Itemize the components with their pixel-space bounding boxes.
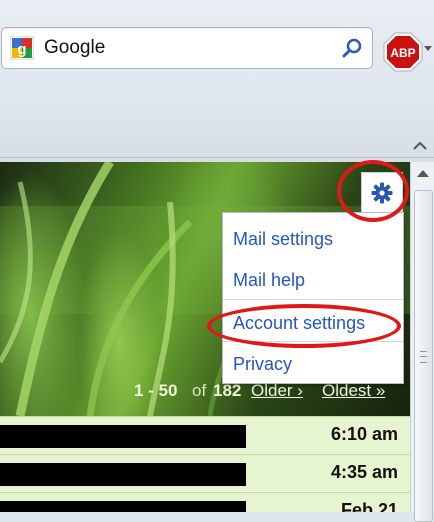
scroll-thumb[interactable]	[414, 190, 433, 522]
search-bar[interactable]: g Google	[1, 27, 373, 69]
message-time: 6:10 am	[330, 424, 398, 444]
redacted-sender	[0, 463, 246, 486]
message-row[interactable]: 6:10 am	[0, 416, 410, 450]
pager-range: 1 - 50	[134, 381, 178, 400]
chevron-down-icon[interactable]	[424, 46, 432, 51]
menu-divider	[223, 299, 403, 300]
menu-item-mail-help[interactable]: Mail help	[233, 270, 305, 291]
older-link[interactable]: Older ›	[251, 381, 303, 401]
menu-item-privacy[interactable]: Privacy	[233, 354, 292, 375]
settings-menu: Mail settings Mail help Account settings…	[222, 212, 404, 384]
page-scrollbar[interactable]	[410, 162, 434, 522]
adblock-plus-icon[interactable]: ABP	[383, 32, 423, 72]
toolbar-divider	[0, 157, 434, 158]
redacted-sender	[0, 501, 246, 512]
scroll-up-icon[interactable]	[417, 170, 429, 177]
search-icon[interactable]	[342, 37, 364, 59]
message-row[interactable]: Feb 21	[0, 492, 410, 512]
annotation-ring-account-settings	[207, 304, 401, 348]
message-time: Feb 21	[340, 500, 398, 512]
annotation-ring-gear	[337, 160, 409, 222]
message-row[interactable]: 4:35 am	[0, 454, 410, 488]
oldest-link[interactable]: Oldest »	[322, 381, 385, 401]
redacted-sender	[0, 425, 246, 448]
browser-toolbar: g Google ABP	[0, 0, 434, 162]
message-time: 4:35 am	[330, 462, 398, 482]
google-logo-icon: g	[10, 36, 34, 60]
adblock-label: ABP	[390, 46, 415, 60]
search-engine-name[interactable]: Google	[44, 37, 105, 59]
pager-of: of	[192, 381, 207, 400]
chevron-up-icon[interactable]	[411, 138, 429, 154]
menu-item-mail-settings[interactable]: Mail settings	[233, 229, 333, 250]
svg-text:g: g	[17, 41, 26, 58]
grip-icon	[420, 351, 427, 363]
pager-total: 182	[213, 381, 242, 400]
